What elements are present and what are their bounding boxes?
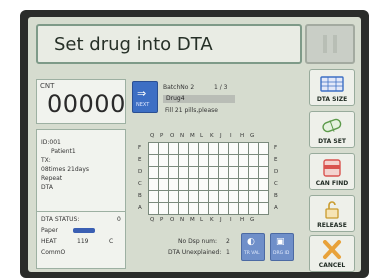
touch-screen: Set drug into DTA CNT 00000 ID:001 Patie… xyxy=(28,17,361,272)
row-label-right: F xyxy=(274,145,278,151)
comm-label: CommO xyxy=(41,249,66,256)
row-label-right: A xyxy=(274,205,278,211)
row-label: E xyxy=(138,157,142,163)
pause-button[interactable] xyxy=(305,24,355,64)
counter-value: 00000 xyxy=(47,90,126,118)
message-bar: Set drug into DTA xyxy=(36,24,302,64)
cancel-label: CANCEL xyxy=(318,262,346,269)
release-icon xyxy=(325,201,339,219)
pause-icon xyxy=(323,35,337,53)
paper-label: Paper xyxy=(41,227,58,234)
dta-unexplained-label: DTA Unexplained: xyxy=(168,249,222,256)
patient-name: Patient1 xyxy=(51,148,76,155)
batch-no: BatchNo 2 xyxy=(163,84,195,91)
dta-set-icon xyxy=(322,118,342,133)
tr-val-button[interactable]: ◐ TR VAL xyxy=(241,233,265,261)
col-label: Q xyxy=(150,133,155,139)
row-label-right: D xyxy=(274,169,279,175)
row-label: F xyxy=(138,145,142,151)
no-dsp-value: 2 xyxy=(226,238,230,245)
row-label-right: B xyxy=(274,193,278,199)
dta-size-icon xyxy=(320,76,344,92)
row-label: A xyxy=(138,205,142,211)
tr-val-label: TR VAL xyxy=(244,251,260,256)
cancel-button[interactable]: CANCEL xyxy=(309,235,355,272)
tr-val-icon: ◐ xyxy=(247,237,255,247)
tx-label: TX: xyxy=(41,157,51,164)
dta-set-button[interactable]: DTA SET xyxy=(309,111,355,148)
row-label: C xyxy=(138,181,142,187)
col-label: H xyxy=(240,133,245,139)
col-label: L xyxy=(200,133,204,139)
drg-id-label: DRG ID xyxy=(273,251,290,256)
col-label: O xyxy=(170,133,175,139)
can-find-label: CAN FIND xyxy=(315,180,349,187)
drg-id-icon: ▣ xyxy=(276,237,285,247)
col-label: P xyxy=(160,133,164,139)
batch-count: 1 / 3 xyxy=(214,84,228,91)
row-label: D xyxy=(138,169,143,175)
row-label: B xyxy=(138,193,142,199)
col-label: I xyxy=(230,133,232,139)
dta-size-button[interactable]: DTA SIZE xyxy=(309,69,355,106)
message-text: Set drug into DTA xyxy=(54,34,213,55)
col-label-bottom: K xyxy=(210,217,214,223)
heat-value: 119 xyxy=(77,238,89,245)
col-label-bottom: L xyxy=(200,217,204,223)
duration-text: 08times 21days xyxy=(41,166,90,173)
next-arrow-icon: ⇒ xyxy=(137,87,147,100)
col-label-bottom: H xyxy=(240,217,245,223)
dta-text: DTA xyxy=(41,184,53,191)
next-button[interactable]: ⇒ NEXT xyxy=(132,81,158,113)
paper-level-bar xyxy=(73,228,95,233)
dta-size-label: DTA SIZE xyxy=(316,96,348,103)
dta-status-panel: DTA STATUS: 0 Paper HEAT 119 C CommO xyxy=(36,211,126,269)
release-button[interactable]: RELEASE xyxy=(309,195,355,232)
can-find-icon xyxy=(323,159,341,177)
col-label-bottom: Q xyxy=(150,217,155,223)
dta-grid-panel: Q P O N M L K J I H G F E D C B A F E D … xyxy=(132,133,300,223)
patient-id: ID:001 xyxy=(41,139,61,146)
dta-unexplained-value: 1 xyxy=(226,249,230,256)
cancel-icon xyxy=(323,240,341,259)
counter-label: CNT xyxy=(40,82,55,90)
dta-slot-grid[interactable] xyxy=(148,142,269,215)
col-label-bottom: P xyxy=(160,217,164,223)
col-label-bottom: J xyxy=(220,217,222,223)
col-label-bottom: O xyxy=(170,217,175,223)
can-find-button[interactable]: CAN FIND xyxy=(309,153,355,190)
heat-label: HEAT xyxy=(41,238,57,245)
heat-unit: C xyxy=(109,238,114,245)
dta-status-value: 0 xyxy=(117,216,121,223)
col-label: N xyxy=(180,133,185,139)
next-label: NEXT xyxy=(136,102,150,108)
release-label: RELEASE xyxy=(317,222,347,229)
col-label-bottom: I xyxy=(230,217,232,223)
dta-status-title: DTA STATUS: xyxy=(41,216,80,223)
drug-name-box: Drug4 xyxy=(163,95,235,103)
col-label: K xyxy=(210,133,214,139)
row-label-right: E xyxy=(274,157,278,163)
counter-panel: CNT 00000 xyxy=(36,79,126,124)
col-label: J xyxy=(220,133,222,139)
dta-set-label: DTA SET xyxy=(318,138,346,145)
col-label-bottom: G xyxy=(250,217,255,223)
drg-id-button[interactable]: ▣ DRG ID xyxy=(270,233,294,261)
col-label: G xyxy=(250,133,255,139)
repeat-text: Repeat xyxy=(41,175,63,182)
no-dsp-label: No Dsp num: xyxy=(178,238,217,245)
drug-name: Drug4 xyxy=(166,95,185,102)
col-label: M xyxy=(190,133,195,139)
col-label-bottom: N xyxy=(180,217,185,223)
col-label-bottom: M xyxy=(190,217,195,223)
fill-instruction: Fill 21 pills,please xyxy=(165,107,218,114)
row-label-right: C xyxy=(274,181,278,187)
